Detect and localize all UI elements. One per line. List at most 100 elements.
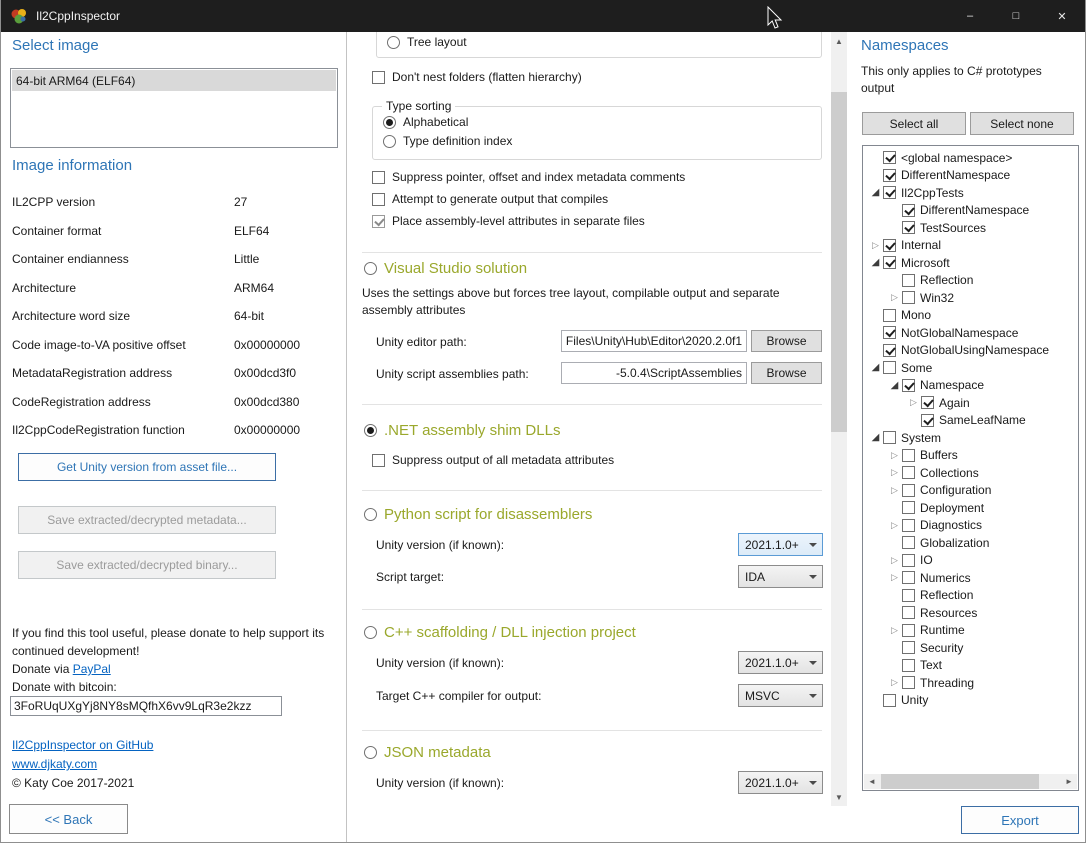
tree-item[interactable]: NotGlobalUsingNamespace: [864, 342, 1077, 360]
expand-icon[interactable]: ▷: [868, 237, 883, 254]
browse-assemblies-path-button[interactable]: Browse: [751, 362, 822, 384]
tree-item[interactable]: Unity: [864, 692, 1077, 710]
cpp-scaffolding-radio[interactable]: [364, 626, 377, 639]
python-script-radio[interactable]: [364, 508, 377, 521]
select-all-button[interactable]: Select all: [862, 112, 966, 135]
namespace-checkbox[interactable]: [921, 396, 934, 409]
collapse-icon[interactable]: ◢: [868, 184, 883, 201]
tree-item[interactable]: DifferentNamespace: [864, 167, 1077, 185]
options-vertical-scrollbar[interactable]: ▲ ▼: [831, 32, 847, 806]
tree-item[interactable]: ◢Namespace: [864, 377, 1077, 395]
namespace-checkbox[interactable]: [902, 466, 915, 479]
tree-item[interactable]: ▷Collections: [864, 464, 1077, 482]
tree-item[interactable]: NotGlobalNamespace: [864, 324, 1077, 342]
tree-layout-option[interactable]: Tree layout: [387, 35, 467, 49]
expand-icon[interactable]: ▷: [906, 394, 921, 411]
scroll-left-icon[interactable]: ◄: [864, 774, 880, 789]
get-unity-version-button[interactable]: Get Unity version from asset file...: [18, 453, 276, 481]
dotnet-shim-radio[interactable]: [364, 424, 377, 437]
tree-item[interactable]: DifferentNamespace: [864, 202, 1077, 220]
export-button[interactable]: Export: [961, 806, 1079, 834]
script-target-select[interactable]: IDA: [738, 565, 823, 588]
namespace-checkbox[interactable]: [883, 256, 896, 269]
namespace-checkbox[interactable]: [883, 344, 896, 357]
type-index-radio[interactable]: [383, 135, 396, 148]
visual-studio-option[interactable]: Visual Studio solution: [364, 260, 527, 277]
tree-item[interactable]: ▷Diagnostics: [864, 517, 1077, 535]
namespace-checkbox[interactable]: [883, 186, 896, 199]
tree-item[interactable]: ▷Again: [864, 394, 1077, 412]
scroll-up-icon[interactable]: ▲: [831, 33, 847, 49]
visual-studio-radio[interactable]: [364, 262, 377, 275]
minimize-button[interactable]: –: [947, 0, 993, 32]
option-checkbox-row[interactable]: Place assembly-level attributes in separ…: [372, 210, 685, 232]
scroll-down-icon[interactable]: ▼: [831, 789, 847, 805]
tree-item[interactable]: ▷Win32: [864, 289, 1077, 307]
maximize-button[interactable]: □: [993, 0, 1039, 32]
tree-item[interactable]: ▷IO: [864, 552, 1077, 570]
namespace-checkbox[interactable]: [902, 519, 915, 532]
tree-item[interactable]: Reflection: [864, 587, 1077, 605]
namespace-checkbox[interactable]: [902, 379, 915, 392]
json-metadata-radio[interactable]: [364, 746, 377, 759]
tree-item[interactable]: Resources: [864, 604, 1077, 622]
namespace-checkbox[interactable]: [883, 431, 896, 444]
namespace-checkbox[interactable]: [902, 606, 915, 619]
tree-item[interactable]: ▷Runtime: [864, 622, 1077, 640]
tree-layout-radio[interactable]: [387, 36, 400, 49]
collapse-icon[interactable]: ◢: [868, 254, 883, 271]
tree-item[interactable]: Mono: [864, 307, 1077, 325]
tree-item[interactable]: <global namespace>: [864, 149, 1077, 167]
tree-item[interactable]: TestSources: [864, 219, 1077, 237]
close-button[interactable]: ✕: [1039, 0, 1085, 32]
sort-alphabetical-option[interactable]: Alphabetical: [383, 115, 468, 129]
namespace-checkbox[interactable]: [902, 641, 915, 654]
tree-item[interactable]: Security: [864, 639, 1077, 657]
expand-icon[interactable]: ▷: [887, 674, 902, 691]
tree-item[interactable]: ▷Internal: [864, 237, 1077, 255]
namespace-checkbox[interactable]: [902, 484, 915, 497]
horizontal-scrollbar-thumb[interactable]: [881, 774, 1039, 789]
tree-item[interactable]: ◢Microsoft: [864, 254, 1077, 272]
namespace-checkbox[interactable]: [902, 221, 915, 234]
option-checkbox-row[interactable]: Suppress pointer, offset and index metad…: [372, 166, 685, 188]
namespace-checkbox[interactable]: [902, 536, 915, 549]
alphabetical-radio[interactable]: [383, 116, 396, 129]
tree-item[interactable]: SameLeafName: [864, 412, 1077, 430]
checkbox[interactable]: [372, 171, 385, 184]
tree-item[interactable]: ▷Numerics: [864, 569, 1077, 587]
dotnet-shim-option[interactable]: .NET assembly shim DLLs: [364, 422, 560, 439]
expand-icon[interactable]: ▷: [887, 569, 902, 586]
cpp-unity-version-select[interactable]: 2021.1.0+: [738, 651, 823, 674]
namespace-checkbox[interactable]: [902, 501, 915, 514]
checkbox[interactable]: [372, 215, 385, 228]
tree-item[interactable]: ▷Threading: [864, 674, 1077, 692]
namespace-checkbox[interactable]: [902, 624, 915, 637]
flatten-option[interactable]: Don't nest folders (flatten hierarchy): [372, 70, 582, 84]
namespace-checkbox[interactable]: [921, 414, 934, 427]
title-bar[interactable]: Il2CppInspector – □ ✕: [1, 0, 1085, 32]
cpp-scaffolding-option[interactable]: C++ scaffolding / DLL injection project: [364, 624, 636, 641]
expand-icon[interactable]: ▷: [887, 622, 902, 639]
json-metadata-option[interactable]: JSON metadata: [364, 744, 491, 761]
expand-icon[interactable]: ▷: [887, 464, 902, 481]
namespace-checkbox[interactable]: [902, 449, 915, 462]
namespace-checkbox[interactable]: [883, 239, 896, 252]
back-button[interactable]: << Back: [9, 804, 128, 834]
namespace-checkbox[interactable]: [883, 694, 896, 707]
expand-icon[interactable]: ▷: [887, 289, 902, 306]
browse-editor-path-button[interactable]: Browse: [751, 330, 822, 352]
tree-item[interactable]: Globalization: [864, 534, 1077, 552]
python-script-option[interactable]: Python script for disassemblers: [364, 506, 592, 523]
tree-horizontal-scrollbar[interactable]: ◄ ►: [864, 774, 1077, 789]
expand-icon[interactable]: ▷: [887, 517, 902, 534]
github-link[interactable]: Il2CppInspector on GitHub: [12, 738, 153, 752]
namespace-checkbox[interactable]: [883, 309, 896, 322]
unity-assemblies-path-input[interactable]: -5.0.4\ScriptAssemblies: [561, 362, 747, 384]
collapse-icon[interactable]: ◢: [868, 429, 883, 446]
expand-icon[interactable]: ▷: [887, 482, 902, 499]
scroll-right-icon[interactable]: ►: [1061, 774, 1077, 789]
image-list-item[interactable]: 64-bit ARM64 (ELF64): [12, 70, 336, 91]
namespace-checkbox[interactable]: [902, 659, 915, 672]
namespace-checkbox[interactable]: [902, 676, 915, 689]
